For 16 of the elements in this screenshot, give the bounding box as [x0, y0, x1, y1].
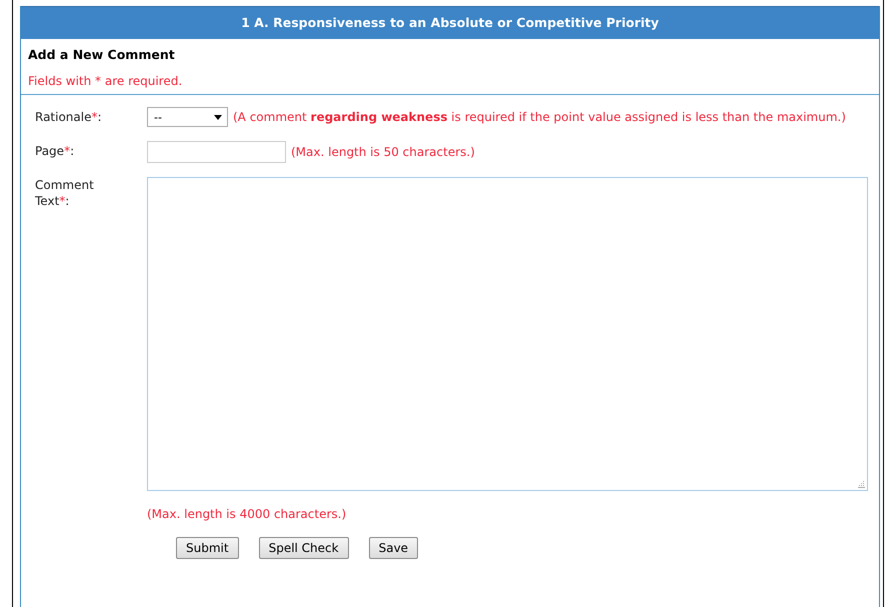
hint-text: (Max. length is 4000 characters.)	[147, 507, 348, 521]
rationale-dropdown[interactable]: --	[147, 107, 228, 127]
form-button[interactable]: Spell Check	[258, 537, 349, 559]
field-label: Rationale*:	[35, 109, 103, 126]
hint-text: (Max. length is 50 characters.)	[291, 145, 475, 159]
hint-text: (A comment regarding weakness is required if the point value assigned is less than the maximum.)	[233, 110, 846, 124]
panel-title: 1 A. Responsiveness to an Absolute or Competitive Priority	[241, 15, 659, 30]
field-label: Page*:	[35, 143, 76, 160]
field-label: Comment Text*:	[35, 177, 95, 210]
caret-icon	[214, 114, 222, 120]
page-input[interactable]	[147, 141, 286, 163]
form-button[interactable]: Submit	[176, 537, 239, 559]
section-title: Add a New Comment	[28, 47, 176, 64]
form-button[interactable]: Save	[368, 537, 418, 559]
required-note: Fields with * are required.	[28, 74, 184, 88]
comment-textarea[interactable]	[147, 177, 868, 491]
